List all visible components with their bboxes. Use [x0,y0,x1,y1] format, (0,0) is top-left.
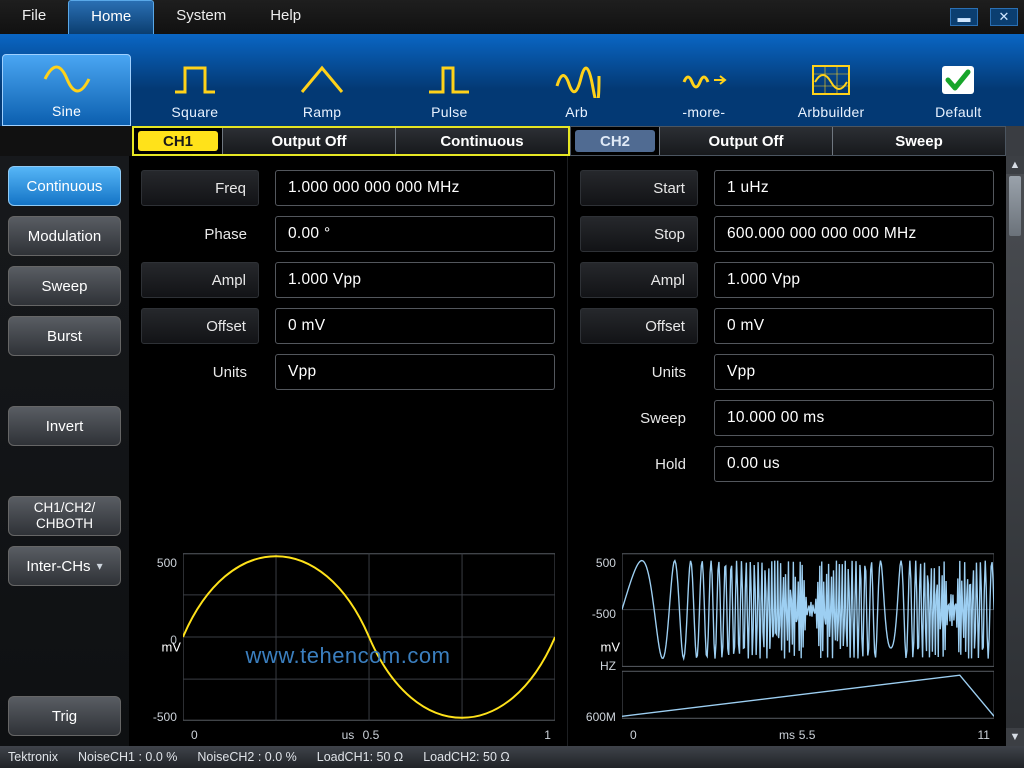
ch2-param-value-start[interactable]: 1 uHz [714,170,994,206]
default-icon [934,62,982,98]
mode-continuous[interactable]: Continuous [8,166,121,206]
ch1-param-value-offset[interactable]: 0 mV [275,308,555,344]
ch2-param-value-stop[interactable]: 600.000 000 000 000 MHz [714,216,994,252]
menu-home[interactable]: Home [68,0,154,34]
inter-channels[interactable]: Inter-CHs [8,546,121,586]
close-button[interactable]: ✕ [990,8,1018,26]
ch2-waveform-icon [622,552,994,722]
ch1-waveform-icon [183,552,555,722]
ribbon-sine[interactable]: Sine [2,54,131,126]
mode-sweep[interactable]: Sweep [8,266,121,306]
status-load1: LoadCH1: 50 Ω [317,750,403,764]
ribbon-pulse-label: Pulse [431,104,468,120]
ch2-param-value-hold[interactable]: 0.00 us [714,446,994,482]
ribbon-more[interactable]: -more- [640,56,767,126]
ribbon-arb[interactable]: Arb [513,56,640,126]
ribbon-square[interactable]: Square [131,56,258,126]
ch2-param-value-sweep[interactable]: 10.000 00 ms [714,400,994,436]
ch2-param-value-offset[interactable]: 0 mV [714,308,994,344]
ch2-param-label-stop[interactable]: Stop [580,216,698,252]
ch2-param-label-units: Units [580,354,698,390]
ribbon-more-label: -more- [682,104,725,120]
more-icon [680,62,728,98]
ribbon-default-label: Default [935,104,981,120]
ch2-param-value-units[interactable]: Vpp [714,354,994,390]
ch1-mode-indicator[interactable]: Continuous [395,128,568,154]
sine-icon [43,61,91,97]
arb-icon [553,62,601,98]
ch1-ytick-bot: -500 [153,710,177,724]
trig-button[interactable]: Trig [8,696,121,736]
channel-select[interactable]: CH1/CH2/ CHBOTH [8,496,121,536]
minimize-button[interactable]: ▬ [950,8,978,26]
scroll-thumb[interactable] [1009,176,1021,236]
status-load2: LoadCH2: 50 Ω [423,750,509,764]
ch2-param-label-start[interactable]: Start [580,170,698,206]
ch1-param-value-freq[interactable]: 1.000 000 000 000 MHz [275,170,555,206]
ch2-mode-indicator[interactable]: Sweep [832,127,1005,155]
ribbon-arbbuilder[interactable]: Arbbuilder [768,56,895,126]
ribbon-default[interactable]: Default [895,56,1022,126]
sidebar: Continuous Modulation Sweep Burst Invert… [0,156,129,746]
ch1-param-value-units[interactable]: Vpp [275,354,555,390]
pulse-icon [425,62,473,98]
ch1-param-label-units: Units [141,354,259,390]
ch1-panel: Freq 1.000 000 000 000 MHz Phase 0.00 ° Ampl… [129,156,567,746]
channel-strip: CH1 Output Off Continuous CH2 Output Off… [0,126,1024,156]
invert-button[interactable]: Invert [8,406,121,446]
status-noise2: NoiseCH2 : 0.0 % [197,750,296,764]
menu-file[interactable]: File [0,0,68,34]
ch2-output-toggle[interactable]: Output Off [659,127,832,155]
ch1-param-value-phase[interactable]: 0.00 ° [275,216,555,252]
ribbon-arb-label: Arb [565,104,588,120]
ch2-xunit: ms [580,728,994,742]
ch1-param-label-offset[interactable]: Offset [141,308,259,344]
scroll-down-icon[interactable]: ▼ [1006,728,1024,746]
vertical-scrollbar[interactable]: ▲ ▼ [1006,156,1024,746]
menu-help[interactable]: Help [248,0,323,34]
ch1-xunit: us [141,728,555,742]
mode-modulation[interactable]: Modulation [8,216,121,256]
ribbon-square-label: Square [171,104,218,120]
ch1-output-toggle[interactable]: Output Off [222,128,395,154]
watermark: www.tehencom.com [141,643,555,669]
ch2-param-value-ampl[interactable]: 1.000 Vpp [714,262,994,298]
status-noise1: NoiseCH1 : 0.0 % [78,750,177,764]
ch2-hz-label: HZ [600,659,616,673]
ribbon-ramp-label: Ramp [303,104,342,120]
ch1-param-label-phase: Phase [141,216,259,252]
ch2-panel: Start 1 uHz Stop 600.000 000 000 000 MHz Amp… [567,156,1006,746]
menu-system[interactable]: System [154,0,248,34]
ch2-param-label-hold: Hold [580,446,698,482]
scroll-up-icon[interactable]: ▲ [1006,156,1024,174]
ch1-param-label-ampl[interactable]: Ampl [141,262,259,298]
ribbon-sine-label: Sine [52,103,81,119]
ch1-preview: 500 mV 0 -500 www.tehenc [141,552,555,742]
ribbon-ramp[interactable]: Ramp [259,56,386,126]
ch2-ytick-bot: -500 [592,607,616,621]
ch2-param-label-offset[interactable]: Offset [580,308,698,344]
status-bar: Tektronix NoiseCH1 : 0.0 % NoiseCH2 : 0.… [0,746,1024,768]
ribbon-arbbuilder-label: Arbbuilder [798,104,865,120]
arbbuilder-icon [807,62,855,98]
ch2-param-label-sweep: Sweep [580,400,698,436]
ch1-param-label-freq[interactable]: Freq [141,170,259,206]
ch1-ytick-top: 500 [157,556,177,570]
menubar: File Home System Help ▬ ✕ [0,0,1024,34]
status-brand: Tektronix [8,750,58,764]
ch2-param-label-ampl[interactable]: Ampl [580,262,698,298]
mode-burst[interactable]: Burst [8,316,121,356]
ch2-yunit: mV [580,640,620,655]
ch2-hz-min: 600M [586,710,616,724]
waveform-ribbon: Sine Square Ramp Pulse Arb -more- Arbbui… [0,34,1024,126]
ch1-param-value-ampl[interactable]: 1.000 Vpp [275,262,555,298]
ch2-preview: 500 mV -500 HZ 600M [580,552,994,742]
ch2-ytick-top: 500 [596,556,616,570]
ch2-chip[interactable]: CH2 [575,130,655,152]
ribbon-pulse[interactable]: Pulse [386,56,513,126]
ch1-chip[interactable]: CH1 [138,131,218,151]
square-icon [171,62,219,98]
ramp-icon [298,62,346,98]
